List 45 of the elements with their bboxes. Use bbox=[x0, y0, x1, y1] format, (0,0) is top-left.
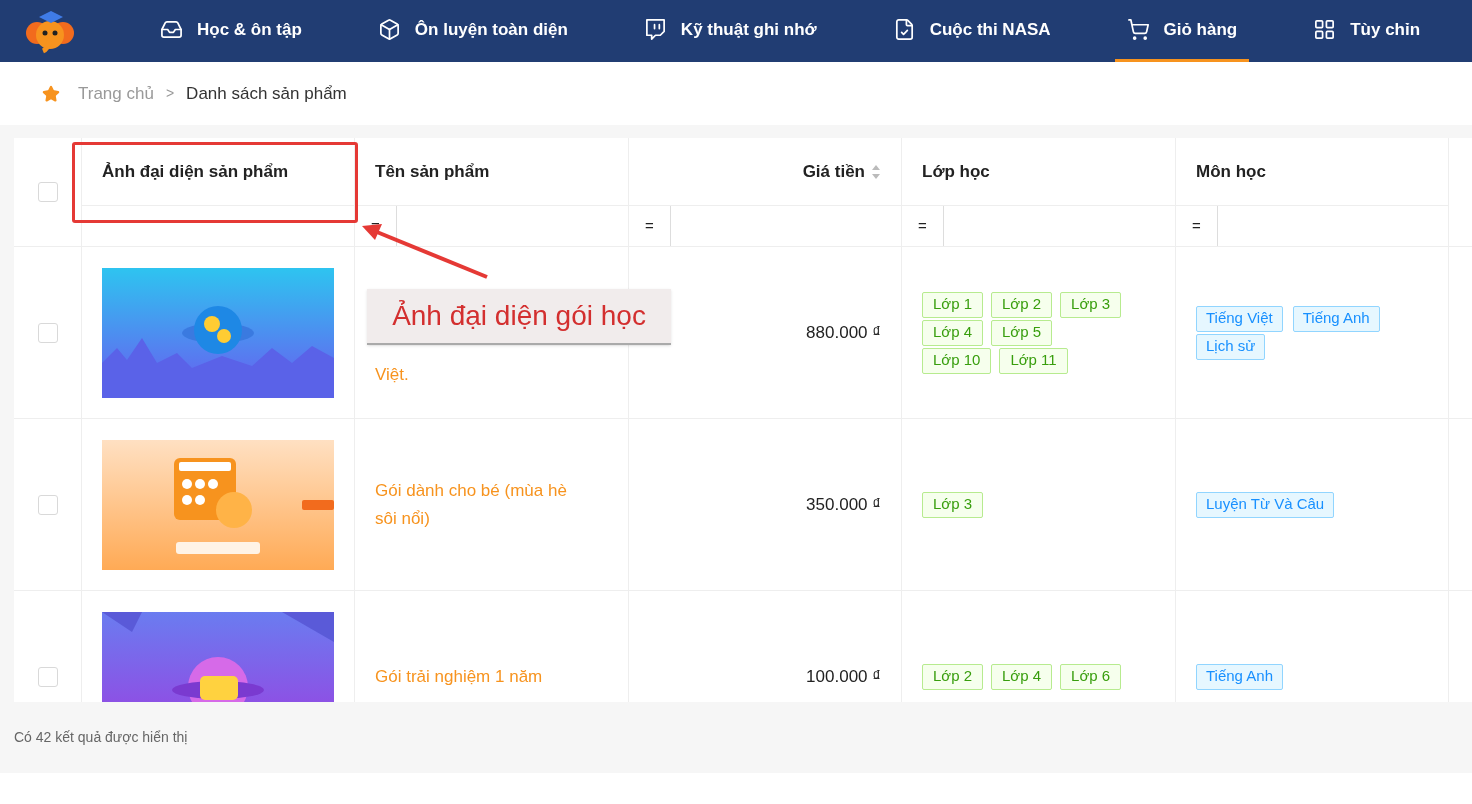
breadcrumb-separator: > bbox=[165, 84, 175, 103]
class-tag: Lớp 11 bbox=[999, 347, 1068, 374]
class-tag: Lớp 4 bbox=[991, 663, 1053, 690]
subject-tag: Tiếng Việt bbox=[1196, 305, 1283, 332]
checkbox[interactable] bbox=[37, 666, 58, 687]
nav-tab[interactable]: Kỹ thuật ghi nhớ bbox=[631, 0, 829, 62]
inbox-icon bbox=[160, 18, 183, 41]
column-header: Giá tiền bbox=[802, 160, 865, 183]
subject-tag: Luyện Từ Và Câu bbox=[1196, 491, 1335, 518]
grid-icon bbox=[1313, 18, 1337, 41]
result-count-text: Có 42 kết quả được hiển thị bbox=[14, 728, 188, 747]
nav-tab[interactable]: Học & ôn tập bbox=[148, 0, 314, 62]
checkbox[interactable] bbox=[37, 182, 58, 202]
breadcrumb-link[interactable]: Danh sách sản phẩm bbox=[186, 80, 347, 107]
class-tag: Lớp 1 bbox=[922, 291, 984, 318]
annotation-tooltip: Ảnh đại diện gói học bbox=[367, 289, 671, 345]
class-tag: Lớp 4 bbox=[922, 319, 984, 346]
nav-tab[interactable]: Giỏ hàng bbox=[1114, 0, 1250, 62]
class-tag: Lớp 2 bbox=[922, 663, 984, 690]
column-header: Lớp học bbox=[922, 160, 990, 183]
subject-tag: Lịch sử bbox=[1196, 333, 1266, 360]
class-tag: Lớp 3 bbox=[1060, 291, 1122, 318]
checkbox[interactable] bbox=[37, 322, 58, 343]
price-text: 100.000 ₫ bbox=[806, 665, 881, 688]
nav-tab[interactable]: Cuộc thi NASA bbox=[880, 0, 1063, 62]
class-tag: Lớp 6 bbox=[1060, 663, 1122, 690]
subject-tag: Tiếng Anh bbox=[1292, 305, 1380, 332]
column-header: Môn học bbox=[1196, 160, 1266, 183]
class-tag: Lớp 10 bbox=[922, 347, 992, 374]
checkbox[interactable] bbox=[37, 494, 58, 515]
subject-tag: Tiếng Anh bbox=[1196, 663, 1283, 690]
star-icon bbox=[42, 84, 60, 103]
nav-tab[interactable]: Ôn luyện toàn diện bbox=[365, 0, 580, 62]
class-tag: Lớp 3 bbox=[922, 491, 984, 518]
cart-icon bbox=[1126, 18, 1150, 41]
price-text: 880.000 ₫ bbox=[806, 321, 881, 344]
price-text: 350.000 ₫ bbox=[806, 493, 881, 516]
chat-icon bbox=[643, 18, 667, 41]
nav-tab[interactable]: Tùy chỉn bbox=[1301, 0, 1433, 62]
sort-icon[interactable] bbox=[871, 163, 881, 180]
column-header: Tên sản phẩm bbox=[375, 160, 490, 183]
class-tag: Lớp 2 bbox=[991, 291, 1053, 318]
class-tag: Lớp 5 bbox=[991, 319, 1053, 346]
cube-icon bbox=[377, 18, 401, 41]
column-header: Ảnh đại diện sản phẩm bbox=[102, 160, 289, 183]
